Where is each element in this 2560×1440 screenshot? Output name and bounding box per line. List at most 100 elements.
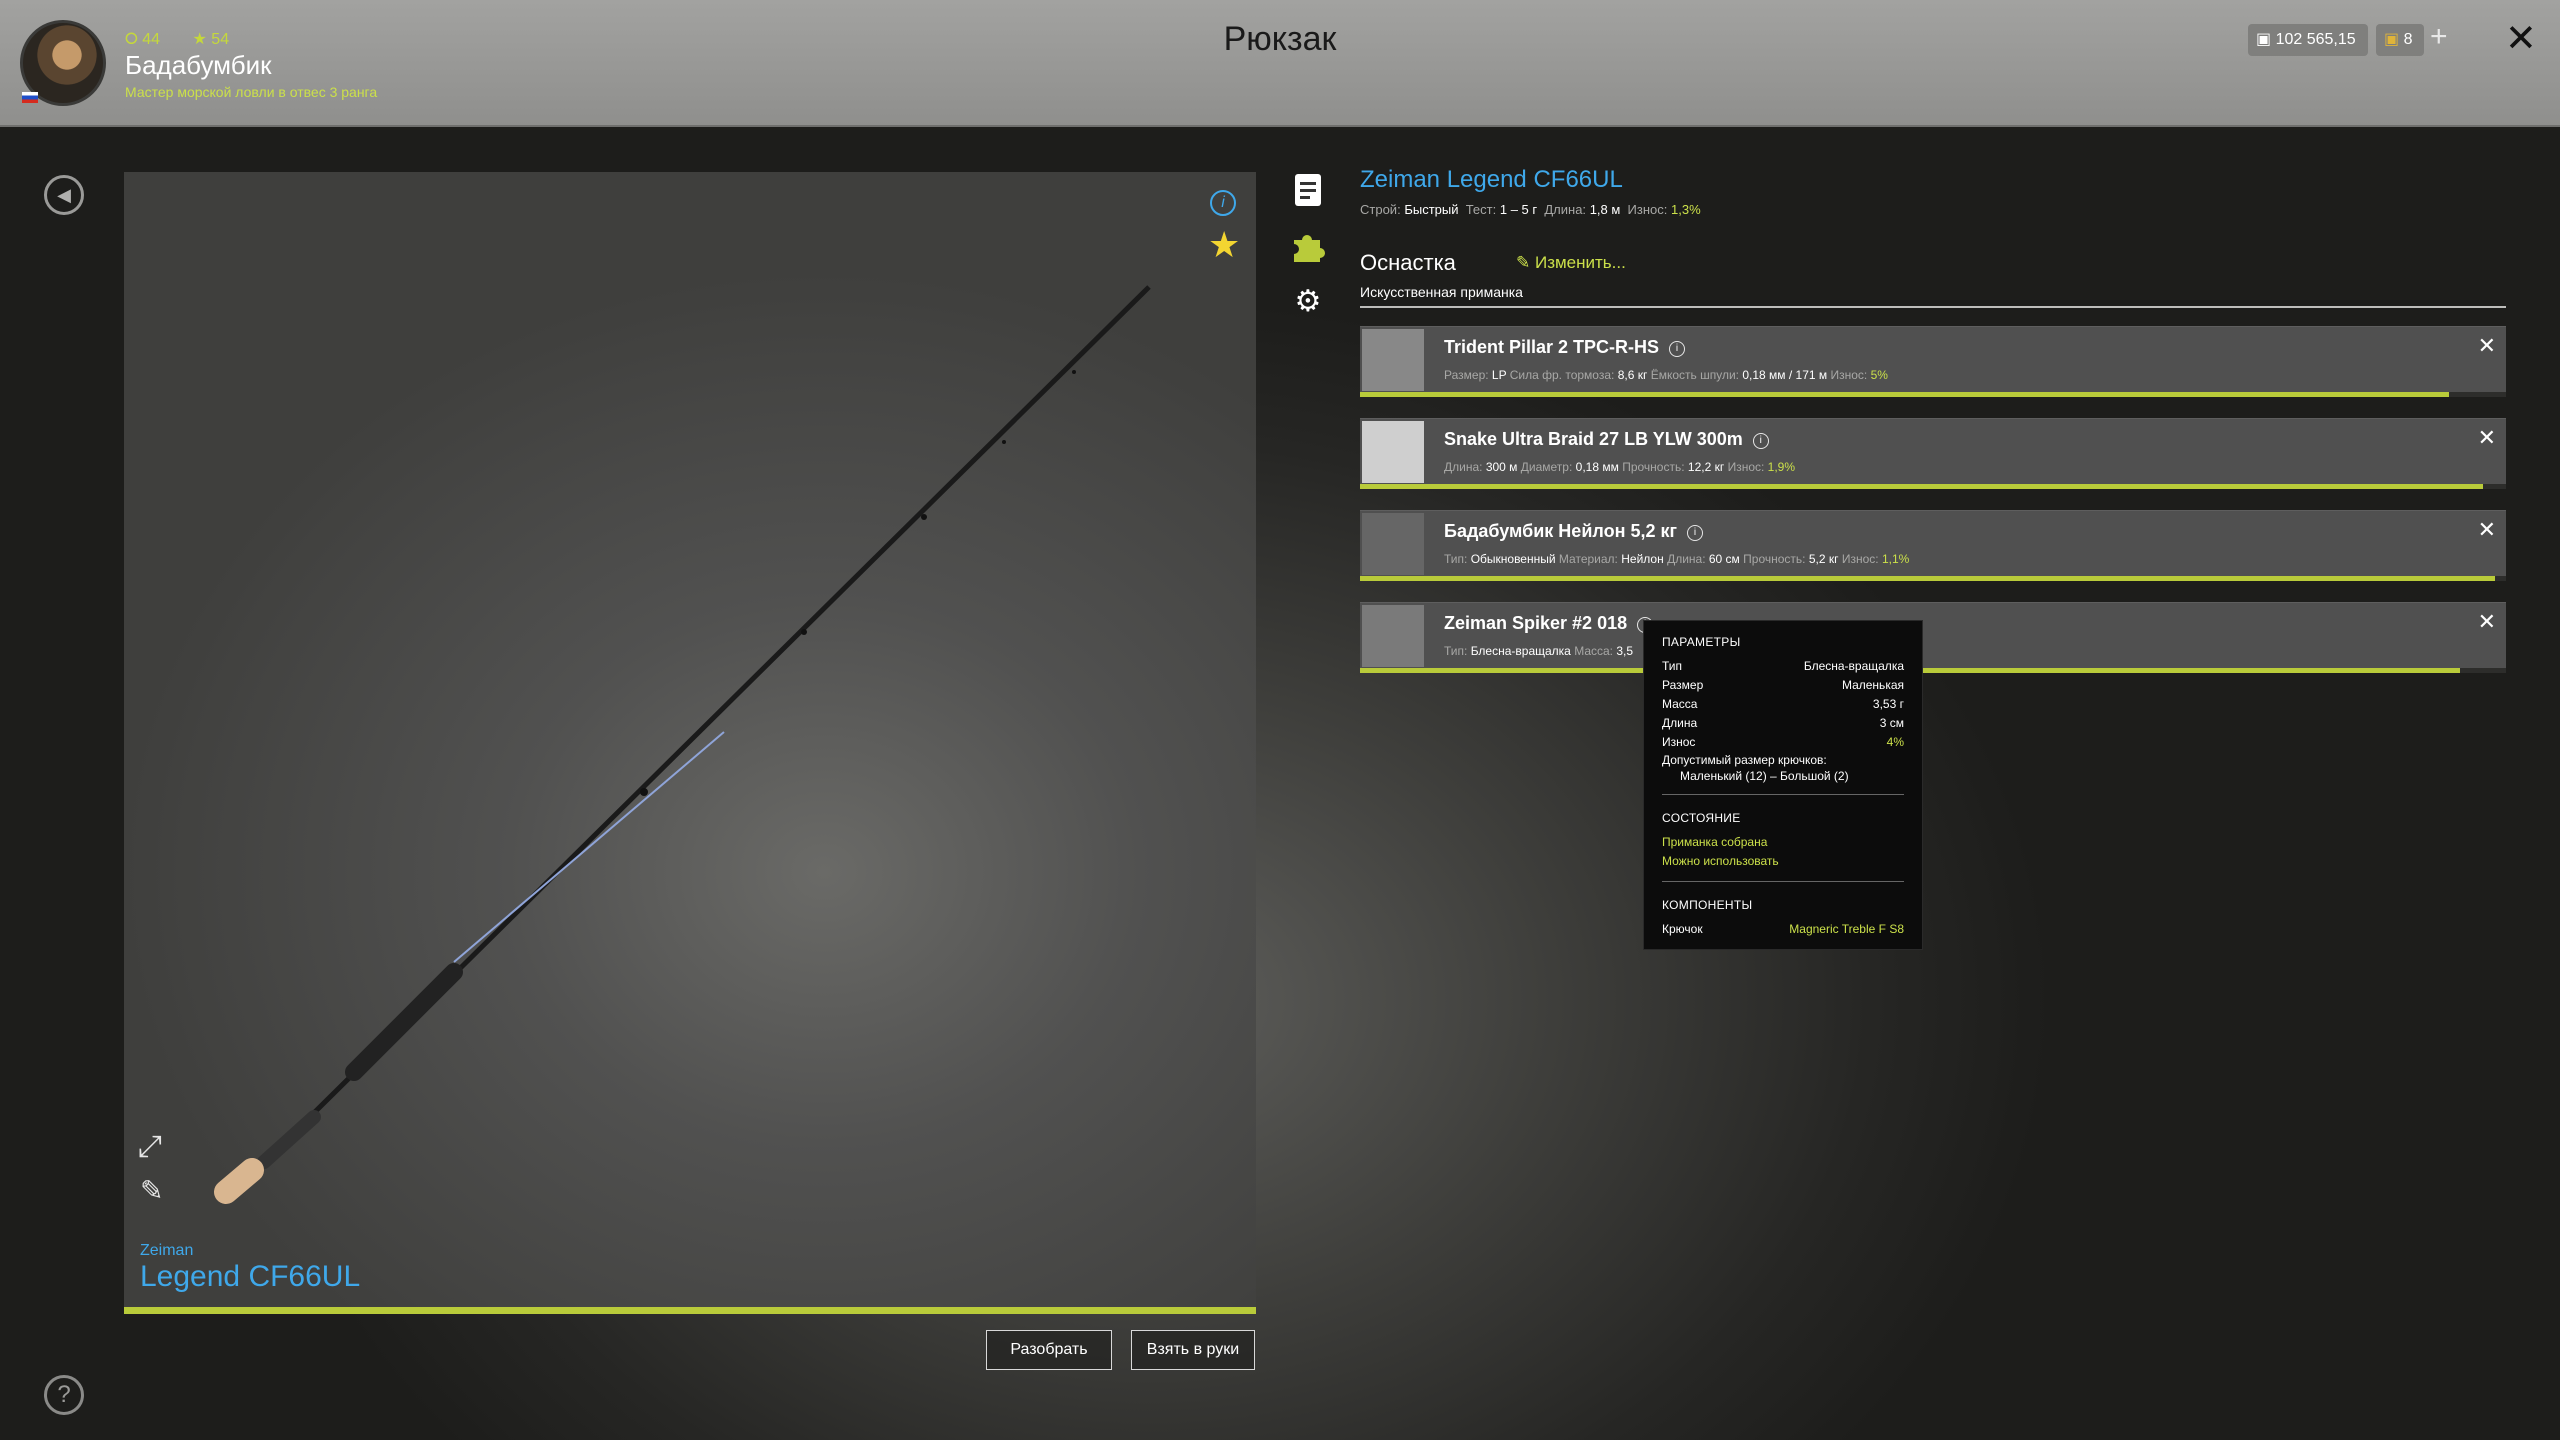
item-model: Legend CF66UL [140,1260,361,1293]
slot-name: Snake Ultra Braid 27 LB YLW 300m i [1444,429,1769,450]
item-viewport[interactable]: i ★ ⤢ ✎ Zeiman Legend CF66UL [124,172,1256,1307]
meta-value: 5% [1870,368,1888,382]
help-icon[interactable]: ? [44,1375,84,1415]
wear-label: Износ: [1627,202,1668,217]
rod-name: Zeiman Legend CF66UL [1360,166,1623,193]
close-button[interactable]: ✕ [2505,16,2537,61]
tooltip-params-title: ПАРАМЕТРЫ [1662,635,1741,649]
remove-slot-button[interactable]: ✕ [2478,425,2496,451]
slot-thumbnail [1362,421,1424,483]
slot-meta: Тип: Обыкновенный Материал: Нейлон Длина… [1444,552,1909,566]
item-brand: Zeiman [140,1242,194,1259]
meta-value: 300 м [1485,460,1518,474]
meta-value: Обыкновенный [1470,552,1556,566]
tooltip-components-title: КОМПОНЕНТЫ [1662,898,1753,912]
meta-label: Прочность: [1743,552,1806,566]
equip-button[interactable]: Взять в руки [1131,1330,1255,1370]
document-icon[interactable] [1290,172,1326,208]
gear-icon[interactable]: ⚙ [1290,284,1326,320]
action-label: Строй: [1360,202,1401,217]
param-value: 3,53 г [1872,697,1904,711]
wear-value: 1,3% [1671,202,1701,217]
meta-label: Диаметр: [1520,460,1573,474]
rod-image [214,285,1151,1204]
slot-name: Бадабумбик Нейлон 5,2 кг i [1444,521,1703,542]
meta-value: 0,18 мм / 171 м [1742,368,1828,382]
param-label: Масса [1662,697,1698,711]
slot-condition-fill [1360,392,2449,397]
tooltip-hook-size-label: Допустимый размер крючков: [1662,753,1827,767]
tooltip-param-row: Износ 4% [1662,733,1904,752]
tooltip-param-row: Длина 3 см [1662,714,1904,733]
meta-value: LP [1491,368,1507,382]
silver-balance[interactable]: ▣ 102 565,15 [2248,24,2368,56]
tooltip-state-line: Можно использовать [1662,854,1779,868]
slot-name-text: Snake Ultra Braid 27 LB YLW 300m [1444,429,1743,449]
slot-condition-bar [1360,668,2506,673]
tackle-slot[interactable]: Snake Ultra Braid 27 LB YLW 300m i Длина: … [1360,418,2506,485]
divider [1662,881,1904,882]
meta-value: Блесна-вращалка [1470,644,1571,658]
param-value: 4% [1886,735,1904,749]
tackle-title: Оснастка [1360,250,1456,275]
meta-label: Прочность: [1622,460,1685,474]
remove-slot-button[interactable]: ✕ [2478,609,2496,635]
silver-value: 102 565,15 [2275,31,2356,48]
tackle-slot[interactable]: Trident Pillar 2 TPC-R-HS i Размер: LP Сил… [1360,326,2506,393]
disassemble-button[interactable]: Разобрать [986,1330,1112,1370]
info-icon[interactable]: i [1752,433,1769,449]
top-bar: ⭘ 44 ★ 54 Бадабумбик Мастер морской ловл… [0,0,2560,127]
slot-name: Trident Pillar 2 TPC-R-HS i [1444,337,1686,358]
back-icon[interactable]: ◀ [44,175,84,215]
gold-value: 8 [2403,31,2413,48]
length-value: 1,8 м [1589,202,1621,217]
slot-name: Zeiman Spiker #2 018i [1444,613,1654,634]
meta-value: 12,2 кг [1687,460,1725,474]
slot-condition-fill [1360,484,2484,489]
tackle-slot[interactable]: Бадабумбик Нейлон 5,2 кг i Тип: Обыкновенн… [1360,510,2506,577]
slot-condition-bar [1360,576,2506,581]
length-label: Длина: [1544,202,1587,217]
tooltip-hook-size-value: Маленький (12) – Большой (2) [1680,769,1849,783]
brush-icon[interactable]: ✎ [140,1174,163,1207]
slot-name-text: Trident Pillar 2 TPC-R-HS [1444,337,1660,357]
param-value: Блесна-вращалка [1803,659,1904,673]
slot-meta: Размер: LP Сила фр. тормоза: 8,6 кг Ёмко… [1444,368,1888,382]
item-tooltip: ПАРАМЕТРЫ Тип Блесна-вращалка Размер Малень… [1643,620,1923,950]
meta-value: Нейлон [1621,552,1664,566]
divider [1662,794,1904,795]
slot-meta: Длина: 300 м Диаметр: 0,18 мм Прочность:… [1444,460,1795,474]
add-currency-button[interactable]: + [2430,20,2448,54]
remove-slot-button[interactable]: ✕ [2478,517,2496,543]
info-icon[interactable]: i [1686,525,1703,541]
country-flag-icon [22,92,38,103]
star-icon[interactable]: ★ [1208,224,1240,266]
meta-label: Тип: [1444,644,1468,658]
slot-thumbnail [1362,329,1424,391]
meta-label: Износ: [1727,460,1765,474]
param-label: Износ [1662,735,1696,749]
tackle-slot[interactable]: Zeiman Spiker #2 018i Тип: Блесна-вращалк… [1360,602,2506,669]
slot-thumbnail [1362,605,1424,667]
meta-label: Тип: [1444,552,1468,566]
gold-balance[interactable]: ▣ 8 [2376,24,2424,56]
test-value: 1 – 5 г [1499,202,1538,217]
info-icon[interactable]: i [1210,190,1236,216]
rod-stats: Строй: Быстрый Тест: 1 – 5 г Длина: 1,8 … [1360,202,1701,217]
tooltip-component-row: Крючок Magneric Treble F S8 [1662,920,1904,939]
player-rank: Мастер морской ловли в отвес 3 ранга [125,84,378,100]
info-icon[interactable]: i [1669,341,1686,357]
meta-value: 1,9% [1767,460,1796,474]
tooltip-param-row: Масса 3,53 г [1662,695,1904,714]
tackle-subtitle: Искусственная приманка [1360,284,1523,300]
edit-tackle-link[interactable]: ✎ Изменить... [1516,253,1626,273]
puzzle-icon[interactable] [1290,228,1326,264]
expand-icon[interactable]: ⤢ [138,1130,162,1164]
meta-value: 3,5 [1616,644,1634,658]
meta-label: Масса: [1574,644,1614,658]
gold-icon: ▣ [2384,31,2400,48]
tooltip-param-row: Тип Блесна-вращалка [1662,657,1904,676]
remove-slot-button[interactable]: ✕ [2478,333,2496,359]
meta-value: 0,18 мм [1575,460,1619,474]
meta-label: Ёмкость шпули: [1650,368,1739,382]
